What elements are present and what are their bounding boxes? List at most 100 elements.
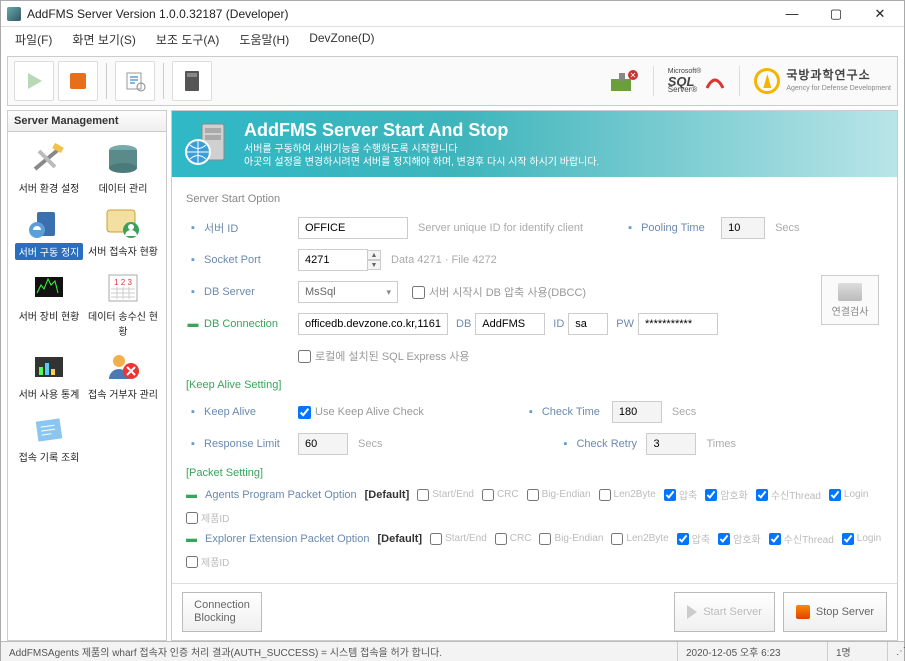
banner-desc1: 서버를 구동하여 서버기능을 수행하도록 시작합니다 — [244, 143, 599, 156]
db-pw-input[interactable] — [638, 313, 718, 335]
response-limit-unit: Secs — [358, 438, 382, 450]
pooling-time-label: Pooling Time — [641, 222, 721, 234]
db-host-input[interactable] — [298, 313, 448, 335]
socket-port-hint: Data 4271 · File 4272 — [391, 254, 497, 266]
pooling-unit: Secs — [775, 222, 799, 234]
db-name-input[interactable] — [475, 313, 545, 335]
check-time-unit: Secs — [672, 406, 696, 418]
sidebar-item-connected-users[interactable]: 서버 접속자 현황 — [86, 201, 160, 264]
toolbar-divider — [163, 63, 164, 99]
server-id-input[interactable] — [298, 217, 408, 239]
bullet-icon: ▪ — [558, 437, 572, 451]
sidebar-title: Server Management — [8, 111, 166, 132]
opt-product-id[interactable]: 제품ID — [186, 554, 229, 569]
pooling-time-input[interactable] — [721, 217, 765, 239]
sidebar-item-server-env[interactable]: 서버 환경 설정 — [12, 138, 86, 199]
opt-len2byte[interactable]: Len2Byte — [599, 489, 656, 501]
opt-big-endian[interactable]: Big-Endian — [539, 533, 603, 545]
opt-compress[interactable]: 압축 — [664, 487, 697, 502]
local-sql-checkbox[interactable]: 로컬에 설치된 SQL Express 사용 — [298, 348, 470, 364]
banner-desc2: 아곳의 설정을 변경하시려면 서버를 정지해야 하며, 변경후 다시 시작 하시… — [244, 156, 599, 169]
maximize-button[interactable]: ▢ — [814, 2, 858, 26]
connection-test-button[interactable]: 연결검사 — [821, 275, 879, 325]
stop-icon — [796, 605, 810, 619]
socket-port-input[interactable] — [298, 249, 368, 271]
use-keep-alive-checkbox[interactable]: Use Keep Alive Check — [298, 406, 424, 419]
close-button[interactable]: ✕ — [858, 2, 902, 26]
connection-blocking-button[interactable]: Connection Blocking — [182, 592, 262, 632]
default-tag: [Default] — [365, 489, 410, 501]
bullet-icon: ▪ — [623, 221, 637, 235]
window-title: AddFMS Server Version 1.0.0.32187 (Devel… — [27, 7, 770, 21]
menu-view[interactable]: 화면 보기(S) — [66, 29, 142, 50]
db-id-label: ID — [553, 318, 564, 330]
menu-help[interactable]: 도움말(H) — [233, 29, 295, 50]
sidebar-item-usage-stats[interactable]: 서버 사용 통계 — [12, 344, 86, 405]
opt-crc[interactable]: CRC — [482, 489, 519, 501]
menu-file[interactable]: 파일(F) — [9, 29, 58, 50]
bullet-icon: ▬ — [186, 317, 200, 331]
opt-start-end[interactable]: Start/End — [430, 533, 487, 545]
opt-crc[interactable]: CRC — [495, 533, 532, 545]
opt-encrypt[interactable]: 암호화 — [718, 531, 761, 546]
opt-recv-thread[interactable]: 수신Thread — [756, 487, 821, 502]
bullet-icon: ▪ — [524, 405, 538, 419]
packet-explorer-label: Explorer Extension Packet Option — [205, 533, 369, 545]
start-server-button[interactable]: Start Server — [674, 592, 775, 632]
response-limit-input[interactable] — [298, 433, 348, 455]
response-limit-label: Response Limit — [204, 438, 298, 450]
bullet-icon: ▬ — [186, 489, 197, 501]
opt-len2byte[interactable]: Len2Byte — [611, 533, 668, 545]
bullet-icon: ▪ — [186, 405, 200, 419]
banner: AddFMS Server Start And Stop 서버를 구동하여 서버… — [172, 111, 897, 177]
opt-compress[interactable]: 압축 — [677, 531, 710, 546]
menu-devzone[interactable]: DevZone(D) — [303, 29, 380, 50]
sidebar-item-server-startstop[interactable]: 서버 구동 정지 — [12, 201, 86, 264]
section-start-option: Server Start Option — [186, 193, 885, 205]
db-name-label: DB — [456, 318, 471, 330]
sidebar-item-data-txrx[interactable]: 1 2 3 데이터 송수신 현황 — [86, 266, 160, 342]
toolbar-server-button[interactable] — [172, 61, 212, 101]
check-retry-unit: Times — [706, 438, 736, 450]
minimize-button[interactable]: — — [770, 2, 814, 26]
sidebar-item-data-mgmt[interactable]: 데이터 관리 — [86, 138, 160, 199]
toolbar-play-button[interactable] — [14, 61, 54, 101]
svg-text:✕: ✕ — [629, 71, 636, 80]
toolbar-report-button[interactable] — [115, 61, 155, 101]
db-server-select[interactable]: MsSql — [298, 281, 398, 303]
resize-grip[interactable]: ⋰ — [888, 642, 904, 661]
bullet-icon: ▪ — [186, 253, 200, 267]
bullet-icon: ▪ — [186, 221, 200, 235]
opt-encrypt[interactable]: 암호화 — [705, 487, 748, 502]
stop-server-button[interactable]: Stop Server — [783, 592, 887, 632]
opt-login[interactable]: Login — [829, 489, 868, 501]
menu-tools[interactable]: 보조 도구(A) — [150, 29, 226, 50]
db-id-input[interactable] — [568, 313, 608, 335]
opt-start-end[interactable]: Start/End — [417, 489, 474, 501]
opt-big-endian[interactable]: Big-Endian — [527, 489, 591, 501]
svg-text:1 2 3: 1 2 3 — [114, 278, 132, 287]
toolbar-stop-button[interactable] — [58, 61, 98, 101]
sidebar-item-blocked-users[interactable]: 접속 거부자 관리 — [86, 344, 160, 405]
status-users: 1명 — [828, 642, 888, 661]
db-server-label: DB Server — [204, 286, 298, 298]
check-time-label: Check Time — [542, 406, 612, 418]
sidebar-item-access-log[interactable]: 접속 기록 조회 — [12, 407, 86, 468]
socket-port-spinner[interactable]: ▲▼ — [367, 250, 381, 270]
opt-product-id[interactable]: 제품ID — [186, 510, 229, 525]
default-tag: [Default] — [377, 533, 422, 545]
opt-login[interactable]: Login — [842, 533, 881, 545]
banner-title: AddFMS Server Start And Stop — [244, 120, 599, 141]
globe-server-icon — [182, 118, 234, 170]
socket-port-label: Socket Port — [204, 254, 298, 266]
play-icon — [687, 605, 697, 619]
dbcc-checkbox[interactable]: 서버 시작시 DB 압축 사용(DBCC) — [412, 284, 586, 300]
menubar: 파일(F) 화면 보기(S) 보조 도구(A) 도움말(H) DevZone(D… — [1, 27, 904, 52]
check-retry-label: Check Retry — [576, 438, 646, 450]
check-time-input[interactable] — [612, 401, 662, 423]
connection-test-icon — [838, 283, 862, 301]
sidebar-item-equipment[interactable]: 서버 장비 현황 — [12, 266, 86, 342]
app-icon — [7, 7, 21, 21]
check-retry-input[interactable] — [646, 433, 696, 455]
opt-recv-thread[interactable]: 수신Thread — [769, 531, 834, 546]
